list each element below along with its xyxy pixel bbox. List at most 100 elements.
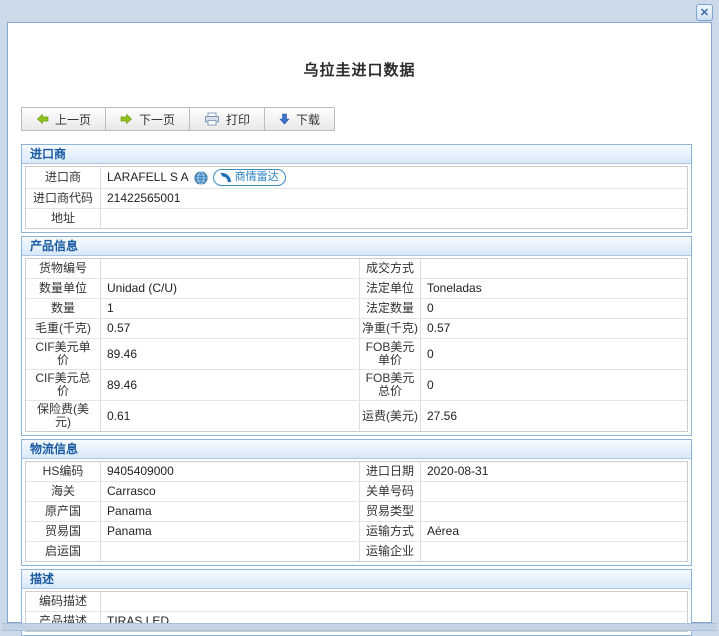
field-value (101, 592, 687, 611)
field-label: 关单号码 (360, 482, 421, 501)
table-row: 贸易国 Panama 运输方式 Aérea (26, 522, 687, 542)
field-value: Carrasco (101, 482, 360, 501)
download-button[interactable]: 下载 (264, 107, 335, 131)
toolbar: 上一页 下一页 打印 下载 (21, 107, 334, 131)
field-value: 0.61 (101, 401, 360, 431)
table-row: 编码描述 (26, 592, 687, 612)
field-value: 21422565001 (101, 189, 687, 208)
importer-section-header: 进口商 (22, 145, 691, 164)
logistics-section-header: 物流信息 (22, 440, 691, 459)
field-label: CIF美元总价 (26, 370, 101, 400)
table-row: 数量 1 法定数量 0 (26, 299, 687, 319)
field-label: 贸易类型 (360, 502, 421, 521)
table-row: 海关 Carrasco 关单号码 (26, 482, 687, 502)
field-label: 货物编号 (26, 259, 101, 278)
field-label: 保险费(美元) (26, 401, 101, 431)
field-value: 0 (421, 299, 687, 318)
field-label: 贸易国 (26, 522, 101, 541)
field-label: 法定单位 (360, 279, 421, 298)
field-value: Panama (101, 502, 360, 521)
field-label: 原产国 (26, 502, 101, 521)
field-label: 进口日期 (360, 462, 421, 481)
importer-name: LARAFELL S A (107, 171, 189, 184)
table-row: 原产国 Panama 贸易类型 (26, 502, 687, 522)
field-label: 运输企业 (360, 542, 421, 561)
table-row: HS编码 9405409000 进口日期 2020-08-31 (26, 462, 687, 482)
field-label: 进口商代码 (26, 189, 101, 208)
field-value: Aérea (421, 522, 687, 541)
table-row: 地址 (26, 209, 687, 228)
arrow-right-icon (120, 113, 133, 125)
business-radar-badge[interactable]: 商情雷达 (213, 169, 286, 186)
table-row: 启运国 运输企业 (26, 542, 687, 561)
field-value: 89.46 (101, 339, 360, 369)
arrow-left-icon (36, 113, 49, 125)
field-label: 法定数量 (360, 299, 421, 318)
arrow-down-icon (279, 113, 290, 125)
field-label: 海关 (26, 482, 101, 501)
field-label: FOB美元单价 (360, 339, 421, 369)
field-value (101, 209, 687, 228)
close-icon: ✕ (700, 6, 709, 19)
field-label: 数量单位 (26, 279, 101, 298)
print-button[interactable]: 打印 (189, 107, 265, 131)
field-value: 0.57 (421, 319, 687, 338)
table-row: 数量单位 Unidad (C/U) 法定单位 Toneladas (26, 279, 687, 299)
field-label: 进口商 (26, 167, 101, 188)
field-value: 1 (101, 299, 360, 318)
field-label: 编码描述 (26, 592, 101, 611)
field-label: 运费(美元) (360, 401, 421, 431)
field-value (421, 482, 687, 501)
field-value (421, 542, 687, 561)
field-label: 毛重(千克) (26, 319, 101, 338)
field-label: HS编码 (26, 462, 101, 481)
close-button[interactable]: ✕ (696, 4, 713, 21)
importer-value-cell: LARAFELL S A (101, 167, 687, 188)
field-value: Toneladas (421, 279, 687, 298)
product-info-section: 产品信息 货物编号 成交方式 数量单位 Unidad (C/U) 法定单位 To… (21, 236, 692, 436)
table-row: CIF美元单价 89.46 FOB美元单价 0 (26, 339, 687, 370)
field-label: 地址 (26, 209, 101, 228)
prev-page-button[interactable]: 上一页 (21, 107, 106, 131)
field-label: 启运国 (26, 542, 101, 561)
field-value: 9405409000 (101, 462, 360, 481)
logistics-section: 物流信息 HS编码 9405409000 进口日期 2020-08-31 海关 … (21, 439, 692, 566)
globe-icon[interactable] (194, 171, 208, 185)
field-value: 27.56 (421, 401, 687, 431)
field-label: FOB美元总价 (360, 370, 421, 400)
table-row: 保险费(美元) 0.61 运费(美元) 27.56 (26, 401, 687, 431)
description-section-header: 描述 (22, 570, 691, 589)
detail-sections: 进口商 进口商 LARAFELL S A (21, 144, 692, 636)
next-page-label: 下一页 (139, 111, 175, 128)
field-label: 数量 (26, 299, 101, 318)
page-title: 乌拉圭进口数据 (8, 59, 711, 80)
table-row: 进口商 LARAFELL S A (26, 167, 687, 189)
field-value: 2020-08-31 (421, 462, 687, 481)
table-row: 毛重(千克) 0.57 净重(千克) 0.57 (26, 319, 687, 339)
field-value (101, 542, 360, 561)
field-label: 成交方式 (360, 259, 421, 278)
field-value: Unidad (C/U) (101, 279, 360, 298)
field-value: 89.46 (101, 370, 360, 400)
print-label: 打印 (226, 111, 250, 128)
field-label: 运输方式 (360, 522, 421, 541)
product-info-section-header: 产品信息 (22, 237, 691, 256)
dialog-footer-strip (2, 623, 717, 631)
table-row: 货物编号 成交方式 (26, 259, 687, 279)
dialog-panel: 乌拉圭进口数据 上一页 下一页 打印 (7, 22, 712, 623)
field-value (101, 259, 360, 278)
field-value (421, 502, 687, 521)
business-radar-label: 商情雷达 (235, 171, 279, 184)
field-value (421, 259, 687, 278)
next-page-button[interactable]: 下一页 (105, 107, 190, 131)
field-value: 0 (421, 339, 687, 369)
radar-icon (220, 172, 232, 183)
table-row: 进口商代码 21422565001 (26, 189, 687, 209)
field-label: 净重(千克) (360, 319, 421, 338)
printer-icon (204, 112, 220, 126)
field-value: 0.57 (101, 319, 360, 338)
table-row: CIF美元总价 89.46 FOB美元总价 0 (26, 370, 687, 401)
field-value: Panama (101, 522, 360, 541)
field-value: 0 (421, 370, 687, 400)
download-label: 下载 (296, 111, 320, 128)
